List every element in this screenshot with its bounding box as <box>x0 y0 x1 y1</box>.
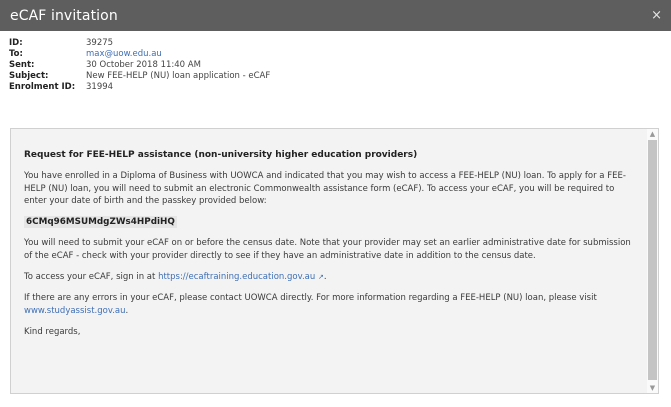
meta-label: ID: <box>9 38 23 48</box>
message-paragraph-errors: If there are any errors in your eCAF, pl… <box>24 292 637 317</box>
meta-label: Sent: <box>9 60 35 70</box>
message-paragraph-access: To access your eCAF, sign in at https://… <box>24 271 637 283</box>
scrollbar-thumb[interactable] <box>648 140 657 380</box>
meta-row-subject: Subject: New FEE-HELP (NU) loan applicat… <box>9 71 270 82</box>
message-scrollbar[interactable]: ▲ ▼ <box>647 129 658 393</box>
scroll-up-arrow-icon[interactable]: ▲ <box>648 130 657 138</box>
message-paragraph-census: You will need to submit your eCAF on or … <box>24 238 631 261</box>
errors-text: If there are any errors in your eCAF, pl… <box>24 293 597 304</box>
meta-row-enrolment-id: Enrolment ID: 31994 <box>9 82 270 93</box>
access-text: To access your eCAF, sign in at <box>24 272 159 283</box>
ecaf-training-link[interactable]: https://ecaftraining.education.gov.au <box>158 272 315 282</box>
meta-row-id: ID: 39275 <box>9 38 270 49</box>
close-icon[interactable]: × <box>651 9 662 22</box>
message-heading: Request for FEE-HELP assistance (non-uni… <box>24 150 418 160</box>
passkey-value: 6CMq96MSUMdgZWs4HPdiHQ <box>24 216 177 229</box>
meta-label: Enrolment ID: <box>9 82 76 92</box>
meta-label: Subject: <box>9 71 49 81</box>
meta-value-enrolment-id: 31994 <box>86 82 114 92</box>
meta-value-to-email[interactable]: max@uow.edu.au <box>86 49 162 60</box>
message-signoff: Kind regards, <box>24 326 81 337</box>
meta-row-sent: Sent: 30 October 2018 11:40 AM <box>9 60 270 71</box>
message-paragraph-enrolment: You have enrolled in a Diploma of Busine… <box>24 171 626 206</box>
message-body: Request for FEE-HELP assistance (non-uni… <box>11 129 647 393</box>
access-suffix: . <box>323 272 327 283</box>
dialog-title: eCAF invitation <box>10 7 118 24</box>
scroll-down-arrow-icon[interactable]: ▼ <box>648 384 657 392</box>
message-metadata: ID: 39275 To: max@uow.edu.au Sent: 30 Oc… <box>9 38 270 93</box>
meta-label: To: <box>9 49 23 59</box>
errors-suffix: . <box>125 305 129 316</box>
ecaf-invitation-dialog: eCAF invitation × ID: 39275 To: max@uow.… <box>0 0 671 407</box>
studyassist-link[interactable]: www.studyassist.gov.au <box>24 306 126 316</box>
meta-row-to: To: max@uow.edu.au <box>9 49 270 60</box>
message-body-panel: Request for FEE-HELP assistance (non-uni… <box>10 128 659 394</box>
meta-value-sent: 30 October 2018 11:40 AM <box>86 60 201 70</box>
meta-value-id: 39275 <box>86 38 114 48</box>
meta-value-subject: New FEE-HELP (NU) loan application - eCA… <box>86 71 271 81</box>
dialog-titlebar: eCAF invitation × <box>0 0 671 31</box>
